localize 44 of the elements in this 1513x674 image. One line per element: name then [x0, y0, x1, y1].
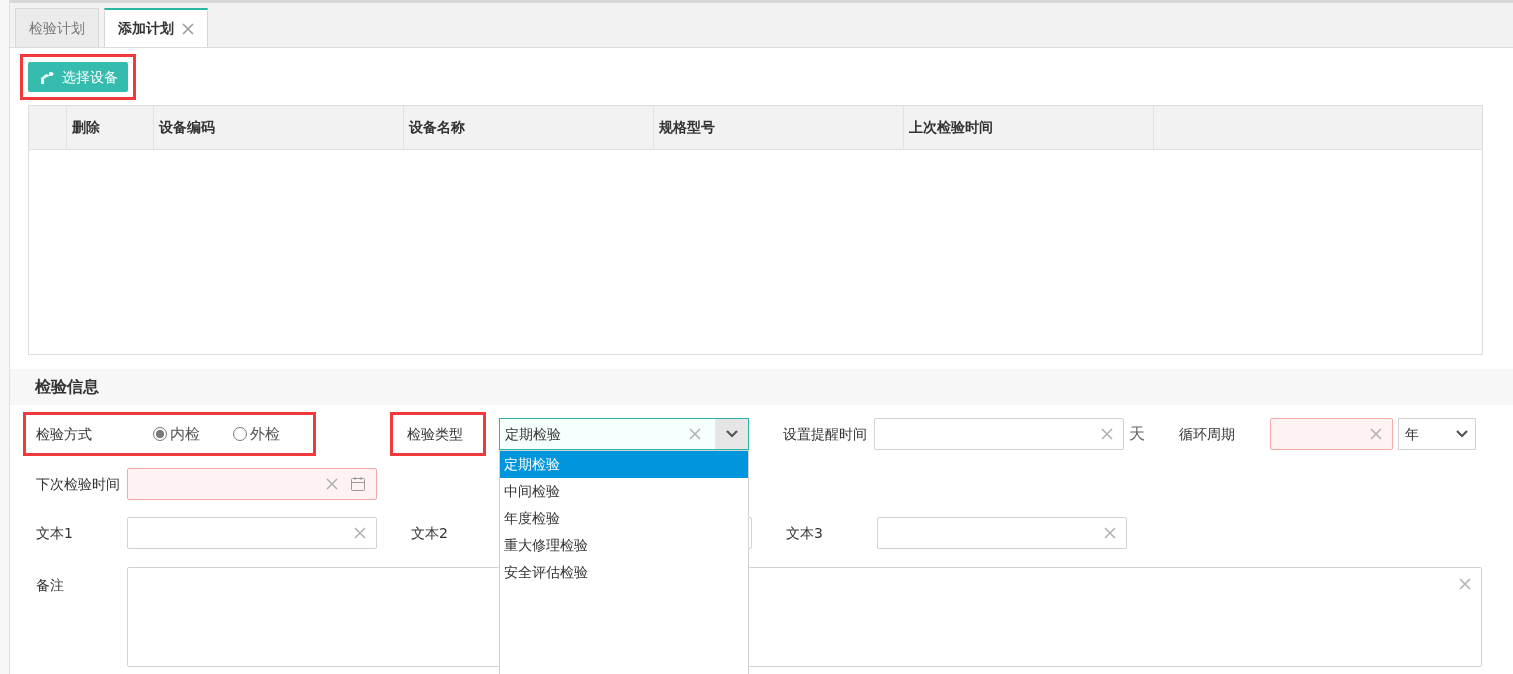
dropdown-option[interactable]: 年度检验 [500, 505, 748, 532]
input-field[interactable] [877, 517, 1127, 549]
robot-arm-icon [38, 69, 56, 85]
radio-option[interactable]: 外检 [233, 422, 313, 446]
field-label: 文本3 [786, 523, 824, 543]
field-label: 检验方式 [36, 424, 93, 444]
input-field[interactable] [127, 517, 377, 549]
unit-label: 天 [1129, 423, 1146, 445]
column-header: 规格型号 [654, 106, 904, 149]
remark-textarea[interactable] [127, 567, 1482, 667]
input-field[interactable] [1270, 418, 1393, 450]
clear-icon[interactable] [689, 428, 701, 440]
dropdown-option[interactable]: 重大修理检验 [500, 532, 748, 559]
clear-icon[interactable] [1370, 428, 1382, 440]
radio-option[interactable]: 内检 [153, 422, 233, 446]
chevron-down-icon [724, 429, 739, 439]
field-label: 设置提醒时间 [783, 424, 868, 444]
field-label: 备注 [36, 576, 65, 595]
field-label: 循环周期 [1179, 424, 1236, 444]
column-header: 设备名称 [404, 106, 654, 149]
inspection-type-select[interactable]: 定期检验 [499, 418, 749, 450]
clear-icon[interactable] [1104, 527, 1116, 539]
input-field[interactable] [874, 418, 1124, 450]
field-label: 下次检验时间 [36, 474, 121, 494]
input-field[interactable] [127, 468, 377, 500]
column-header: 上次检验时间 [904, 106, 1154, 149]
field-label: 检验类型 [407, 424, 464, 444]
field-label: 文本2 [411, 523, 449, 543]
chevron-down-icon [1455, 429, 1469, 439]
column-header: 删除 [67, 106, 154, 149]
clear-icon[interactable] [1459, 578, 1471, 590]
tab[interactable]: 添加计划 [104, 8, 208, 47]
dropdown-option[interactable]: 安全评估检验 [500, 559, 748, 586]
clear-icon[interactable] [1101, 428, 1113, 440]
column-header: 设备编码 [154, 106, 404, 149]
field-label: 文本1 [36, 523, 74, 543]
unit-select[interactable]: 年 [1398, 418, 1476, 450]
dropdown-option[interactable]: 中间检验 [500, 478, 748, 505]
clear-icon[interactable] [326, 478, 338, 490]
section-title: 检验信息 [35, 376, 99, 398]
tab[interactable]: 检验计划 [15, 8, 99, 47]
clear-icon[interactable] [354, 527, 366, 539]
close-icon[interactable] [182, 22, 194, 35]
calendar-icon[interactable] [350, 476, 366, 492]
